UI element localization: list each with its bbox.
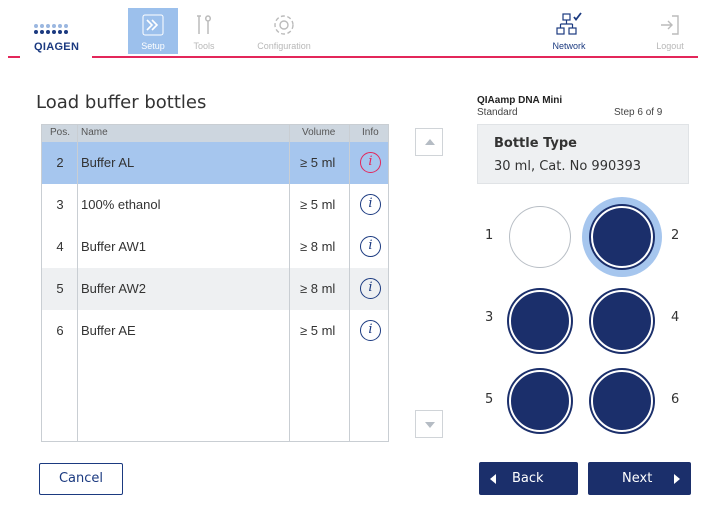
row-pos: 5 — [56, 281, 64, 296]
next-button-label: Next — [622, 471, 653, 486]
nav-configuration[interactable]: Configuration — [252, 8, 316, 54]
nav-tools[interactable]: Tools — [184, 8, 224, 54]
bottle-number: 6 — [671, 392, 680, 407]
bottle-slot-2[interactable] — [591, 206, 653, 268]
qiagen-logo: QIAGEN — [34, 24, 80, 54]
logo-dots — [34, 24, 76, 34]
col-header-pos: Pos. — [50, 127, 71, 138]
arrow-left-icon — [490, 474, 496, 484]
row-pos: 3 — [56, 197, 64, 212]
info-icon[interactable]: i — [360, 320, 381, 341]
row-pos: 6 — [56, 323, 64, 338]
info-icon[interactable]: i — [360, 278, 381, 299]
logo-brand-text: QIAGEN — [34, 41, 80, 53]
bottle-slot-3[interactable] — [509, 290, 571, 352]
bottle-slot-6[interactable] — [591, 370, 653, 432]
col-header-name: Name — [81, 127, 108, 138]
bottle-type-value: 30 ml, Cat. No 990393 — [494, 159, 642, 174]
row-name: 100% ethanol — [81, 197, 161, 212]
back-button-label: Back — [512, 471, 544, 486]
bottle-type-title: Bottle Type — [494, 136, 577, 151]
row-volume: ≥ 5 ml — [300, 197, 336, 212]
tools-icon — [184, 12, 224, 38]
row-name: Buffer AL — [81, 155, 135, 170]
arrow-up-icon — [425, 139, 435, 145]
table-row[interactable]: 2 Buffer AL ≥ 5 ml i — [42, 142, 388, 184]
scroll-up-button[interactable] — [415, 128, 443, 156]
bottle-slot-4[interactable] — [591, 290, 653, 352]
nav-setup[interactable]: Setup — [128, 8, 178, 54]
row-volume: ≥ 5 ml — [300, 323, 336, 338]
bottle-type-box: Bottle Type 30 ml, Cat. No 990393 — [477, 124, 689, 184]
column-divider — [289, 125, 290, 441]
nav-logout[interactable]: Logout — [650, 8, 690, 54]
nav-network-label: Network — [552, 41, 586, 51]
buffer-table: Pos. Name Volume Info 2 Buffer AL ≥ 5 ml… — [41, 124, 389, 442]
table-header: Pos. Name Volume Info — [42, 125, 388, 142]
bottle-slot-1[interactable] — [509, 206, 571, 268]
page-title: Load buffer bottles — [36, 92, 207, 113]
row-pos: 2 — [56, 155, 64, 170]
header-divider — [8, 56, 698, 58]
bottle-number: 2 — [671, 228, 680, 243]
row-volume: ≥ 8 ml — [300, 239, 336, 254]
step-indicator: Step 6 of 9 — [614, 107, 663, 118]
back-button[interactable]: Back — [479, 462, 578, 495]
row-volume: ≥ 5 ml — [300, 155, 336, 170]
arrow-right-icon — [674, 474, 680, 484]
next-button[interactable]: Next — [588, 462, 691, 495]
nav-configuration-label: Configuration — [257, 41, 311, 51]
row-name: Buffer AW2 — [81, 281, 147, 296]
column-divider — [77, 125, 78, 441]
nav-network[interactable]: Network — [541, 8, 597, 54]
bottle-number: 5 — [485, 392, 494, 407]
header-bar: QIAGEN Setup Tools Configuration Network… — [0, 0, 706, 62]
table-row[interactable]: 4 Buffer AW1 ≥ 8 ml i — [42, 226, 388, 268]
bottle-number: 4 — [671, 310, 680, 325]
bottle-slot-5[interactable] — [509, 370, 571, 432]
table-row[interactable]: 6 Buffer AE ≥ 5 ml i — [42, 310, 388, 352]
nav-logout-label: Logout — [656, 41, 684, 51]
cancel-button[interactable]: Cancel — [39, 463, 123, 495]
arrow-down-icon — [425, 422, 435, 428]
double-chevron-icon — [128, 12, 178, 38]
row-volume: ≥ 8 ml — [300, 281, 336, 296]
bottle-number: 1 — [485, 228, 494, 243]
nav-tools-label: Tools — [193, 41, 215, 51]
logout-icon — [650, 12, 690, 38]
row-name: Buffer AE — [81, 323, 136, 338]
info-icon[interactable]: i — [360, 194, 381, 215]
bottle-number: 3 — [485, 310, 494, 325]
info-icon[interactable]: i — [360, 152, 381, 173]
col-header-info: Info — [362, 127, 379, 138]
row-pos: 4 — [56, 239, 64, 254]
nav-setup-label: Setup — [141, 41, 165, 51]
network-icon — [541, 12, 597, 38]
gear-icon — [252, 12, 316, 38]
scroll-down-button[interactable] — [415, 410, 443, 438]
table-row[interactable]: 3 100% ethanol ≥ 5 ml i — [42, 184, 388, 226]
info-icon[interactable]: i — [360, 236, 381, 257]
protocol-mode: Standard — [477, 107, 518, 118]
row-name: Buffer AW1 — [81, 239, 147, 254]
column-divider — [349, 125, 350, 441]
protocol-kit-name: QIAamp DNA Mini — [477, 95, 563, 106]
table-row[interactable]: 5 Buffer AW2 ≥ 8 ml i — [42, 268, 388, 310]
col-header-volume: Volume — [302, 127, 336, 138]
